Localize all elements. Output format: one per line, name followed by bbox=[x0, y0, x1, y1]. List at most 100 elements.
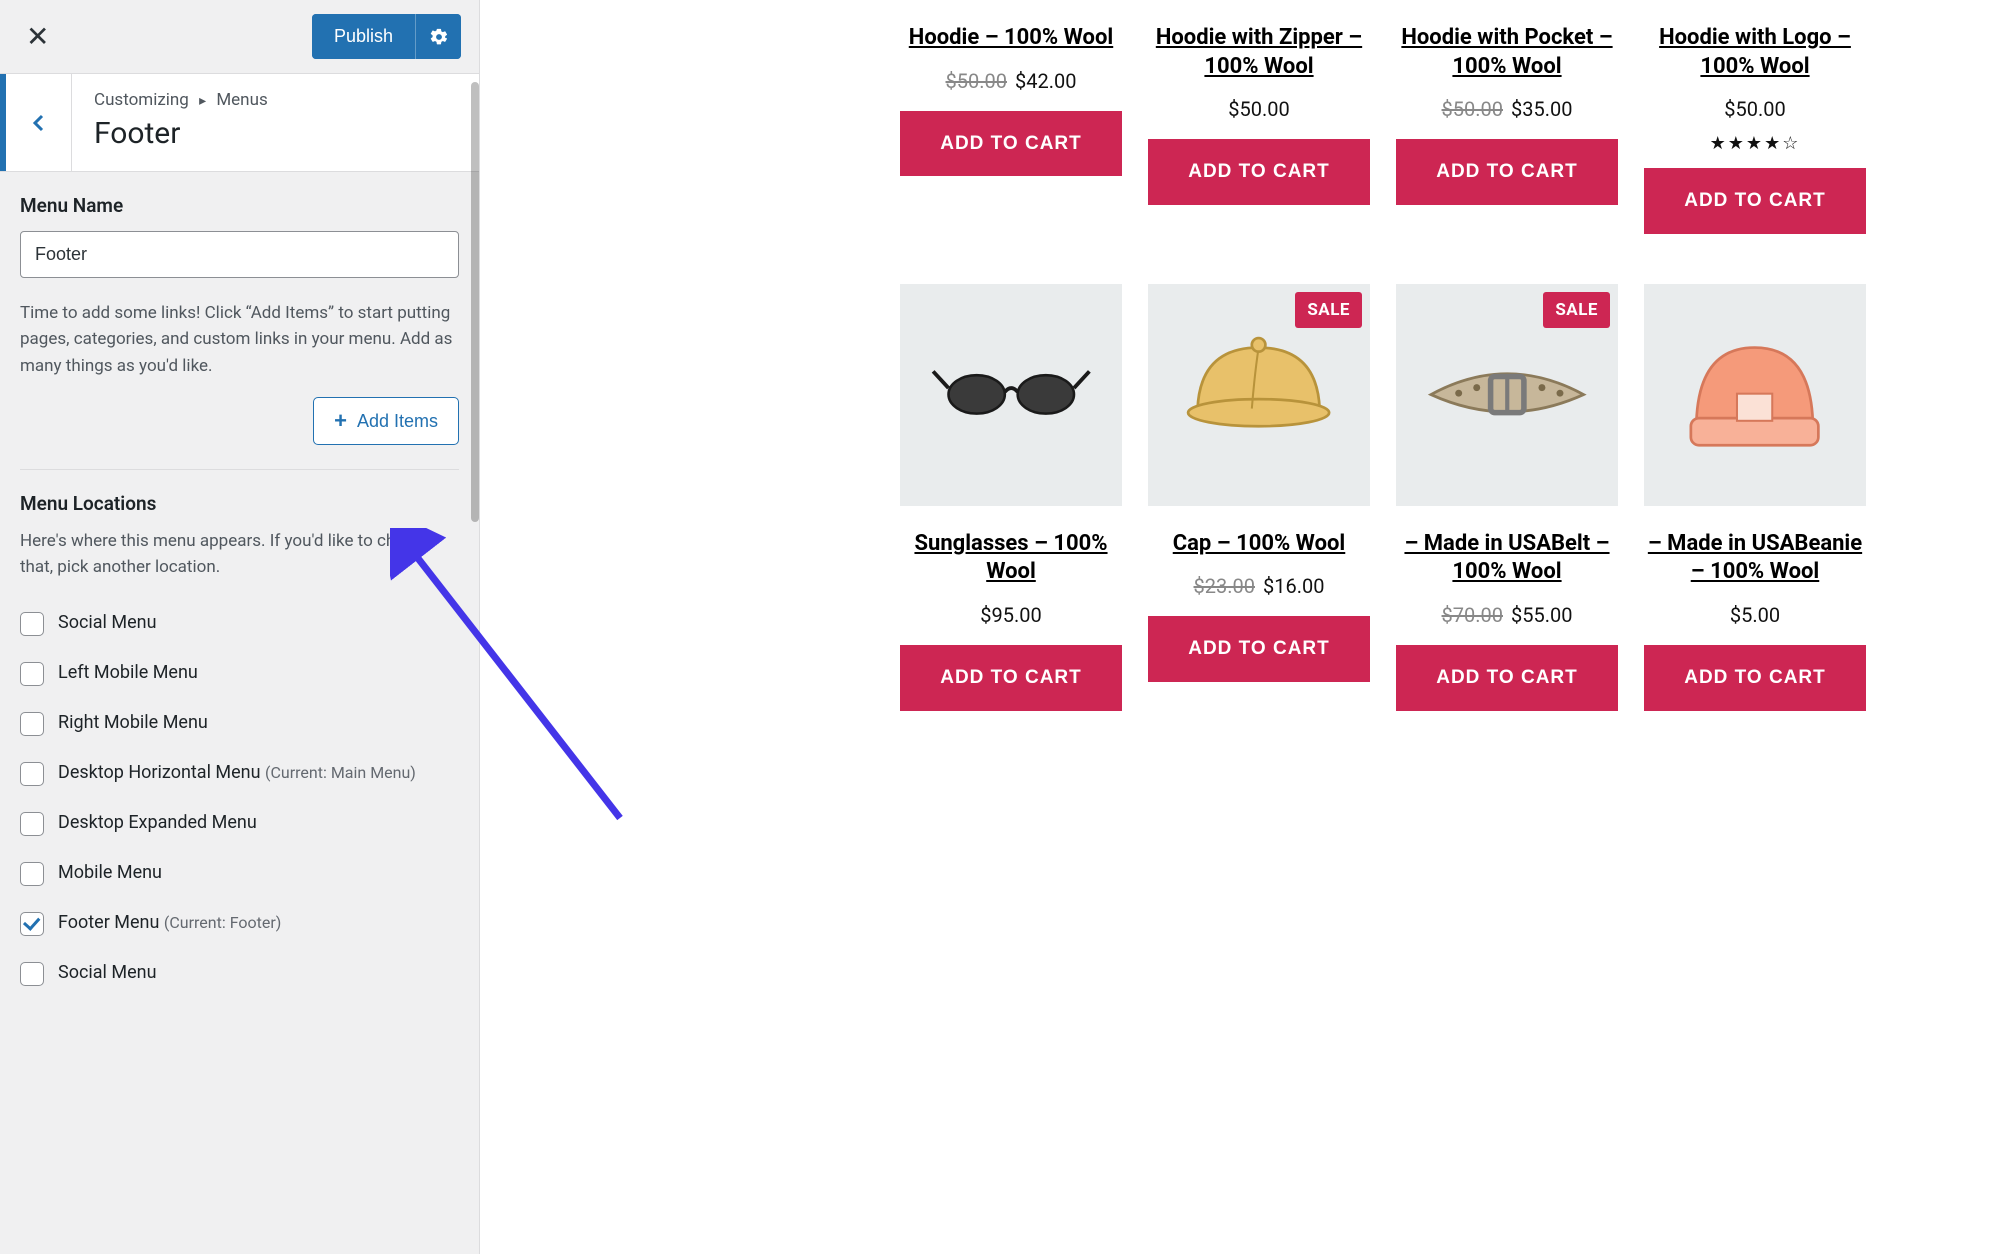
menu-location-label: Desktop Expanded Menu bbox=[58, 810, 257, 835]
customizer-topbar: ✕ Publish bbox=[0, 0, 479, 74]
checkbox[interactable] bbox=[20, 712, 44, 736]
menu-help-text: Time to add some links! Click “Add Items… bbox=[20, 300, 459, 379]
product-title[interactable]: Hoodie with Logo – 100% Wool bbox=[1644, 24, 1866, 81]
product-card: Hoodie with Logo – 100% Wool $50.00 ★★★★☆ A… bbox=[1644, 0, 1866, 234]
section-title: Footer bbox=[94, 116, 457, 151]
breadcrumb: Customizing ▸ Menus bbox=[94, 90, 457, 110]
price-sale: $16.00 bbox=[1263, 574, 1324, 598]
sale-badge: SALE bbox=[1543, 292, 1610, 328]
product-grid: Hoodie – 100% Wool $50.00 $42.00 ADD TO CAR… bbox=[900, 0, 1959, 711]
product-price: $50.00 bbox=[1724, 97, 1785, 121]
product-title[interactable]: Hoodie with Pocket – 100% Wool bbox=[1396, 24, 1618, 81]
product-title[interactable]: Hoodie – 100% Wool bbox=[909, 24, 1113, 53]
price-sale: $35.00 bbox=[1511, 97, 1572, 121]
menu-location-row[interactable]: Footer Menu (Current: Footer) bbox=[20, 898, 459, 948]
product-title[interactable]: Cap – 100% Wool bbox=[1173, 530, 1346, 559]
menu-location-row[interactable]: Social Menu bbox=[20, 948, 459, 998]
checkbox[interactable] bbox=[20, 812, 44, 836]
product-card: Hoodie – 100% Wool $50.00 $42.00 ADD TO CAR… bbox=[900, 0, 1122, 176]
cap-icon bbox=[1184, 334, 1333, 456]
menu-location-row[interactable]: Social Menu bbox=[20, 598, 459, 648]
publish-settings-button[interactable] bbox=[415, 14, 461, 59]
add-to-cart-button[interactable]: ADD TO CART bbox=[1644, 168, 1866, 234]
product-image[interactable] bbox=[900, 284, 1122, 506]
chevron-left-icon bbox=[27, 111, 51, 135]
belt-icon bbox=[1424, 346, 1591, 443]
customizer-panel: ✕ Publish Customizing ▸ Menus Footer bbox=[0, 0, 480, 1254]
menu-location-row[interactable]: Mobile Menu bbox=[20, 848, 459, 898]
product-price: $50.00 bbox=[1228, 97, 1289, 121]
price-regular: $50.00 bbox=[946, 69, 1007, 93]
product-title[interactable]: – Made in USABelt – 100% Wool bbox=[1396, 530, 1618, 587]
menu-locations-label: Menu Locations bbox=[20, 492, 459, 515]
menu-name-input[interactable] bbox=[20, 231, 459, 278]
add-to-cart-button[interactable]: ADD TO CART bbox=[1396, 139, 1618, 205]
product-title[interactable]: – Made in USABeanie – 100% Wool bbox=[1644, 530, 1866, 587]
add-items-button[interactable]: + Add Items bbox=[313, 397, 459, 445]
menu-locations-list: Social Menu Left Mobile Menu Right Mobile … bbox=[20, 598, 459, 998]
product-price: $95.00 bbox=[980, 603, 1041, 627]
beanie-icon bbox=[1680, 334, 1829, 456]
product-card: Hoodie with Zipper – 100% Wool $50.00 ADD … bbox=[1148, 0, 1370, 205]
product-price: $5.00 bbox=[1730, 603, 1780, 627]
add-to-cart-button[interactable]: ADD TO CART bbox=[1396, 645, 1618, 711]
menu-location-label: Left Mobile Menu bbox=[58, 660, 198, 685]
breadcrumb-root: Customizing bbox=[94, 90, 189, 110]
publish-button[interactable]: Publish bbox=[312, 14, 415, 59]
product-price: $23.00$16.00 bbox=[1194, 574, 1325, 598]
price-regular: $50.00 bbox=[1442, 97, 1503, 121]
product-image[interactable] bbox=[1644, 284, 1866, 506]
menu-location-label: Mobile Menu bbox=[58, 860, 162, 885]
sale-badge: SALE bbox=[1295, 292, 1362, 328]
publish-button-group: Publish bbox=[312, 14, 461, 59]
menu-location-label: Social Menu bbox=[58, 610, 157, 635]
price-sale: $42.00 bbox=[1015, 69, 1076, 93]
menu-name-label: Menu Name bbox=[20, 194, 459, 217]
add-to-cart-button[interactable]: ADD TO CART bbox=[900, 645, 1122, 711]
preview-pane: Hoodie – 100% Wool $50.00 $42.00 ADD TO CAR… bbox=[480, 0, 1999, 1254]
plus-icon: + bbox=[334, 410, 347, 432]
price-regular: $70.00 bbox=[1442, 603, 1503, 627]
checkbox[interactable] bbox=[20, 962, 44, 986]
checkbox[interactable] bbox=[20, 662, 44, 686]
product-card: SALE Cap – 100% Wool $23.00$16.00 ADD TO CA… bbox=[1148, 284, 1370, 682]
product-card: Sunglasses – 100% Wool $95.00 ADD TO CART bbox=[900, 284, 1122, 711]
divider bbox=[20, 469, 459, 470]
price-sale: $55.00 bbox=[1511, 603, 1572, 627]
menu-location-row[interactable]: Desktop Expanded Menu bbox=[20, 798, 459, 848]
price-single: $50.00 bbox=[1724, 97, 1785, 121]
product-rating: ★★★★☆ bbox=[1710, 133, 1801, 154]
menu-location-label: Social Menu bbox=[58, 960, 157, 985]
menu-location-hint: (Current: Main Menu) bbox=[265, 763, 416, 782]
menu-location-label: Desktop Horizontal Menu (Current: Main M… bbox=[58, 760, 416, 785]
customizer-section-header: Customizing ▸ Menus Footer bbox=[0, 74, 479, 172]
product-title[interactable]: Sunglasses – 100% Wool bbox=[900, 530, 1122, 587]
breadcrumb-separator: ▸ bbox=[199, 93, 206, 109]
add-to-cart-button[interactable]: ADD TO CART bbox=[900, 111, 1122, 177]
close-customizer-button[interactable]: ✕ bbox=[18, 17, 57, 57]
menu-locations-sub: Here's where this menu appears. If you'd… bbox=[20, 529, 459, 580]
checkbox[interactable] bbox=[20, 862, 44, 886]
product-image[interactable]: SALE bbox=[1148, 284, 1370, 506]
price-single: $50.00 bbox=[1228, 97, 1289, 121]
gear-icon bbox=[429, 27, 449, 47]
add-to-cart-button[interactable]: ADD TO CART bbox=[1148, 616, 1370, 682]
back-button[interactable] bbox=[0, 74, 72, 171]
menu-location-row[interactable]: Right Mobile Menu bbox=[20, 698, 459, 748]
add-to-cart-button[interactable]: ADD TO CART bbox=[1148, 139, 1370, 205]
product-image[interactable]: SALE bbox=[1396, 284, 1618, 506]
sunglasses-icon bbox=[928, 356, 1095, 433]
menu-location-label: Footer Menu (Current: Footer) bbox=[58, 910, 281, 935]
product-card: – Made in USABeanie – 100% Wool $5.00 ADD … bbox=[1644, 284, 1866, 711]
checkbox[interactable] bbox=[20, 912, 44, 936]
breadcrumb-leaf: Menus bbox=[216, 90, 267, 110]
add-to-cart-button[interactable]: ADD TO CART bbox=[1644, 645, 1866, 711]
product-title[interactable]: Hoodie with Zipper – 100% Wool bbox=[1148, 24, 1370, 81]
price-single: $95.00 bbox=[980, 603, 1041, 627]
checkbox[interactable] bbox=[20, 762, 44, 786]
scrollbar-thumb[interactable] bbox=[471, 82, 479, 522]
menu-location-row[interactable]: Desktop Horizontal Menu (Current: Main M… bbox=[20, 748, 459, 798]
menu-location-row[interactable]: Left Mobile Menu bbox=[20, 648, 459, 698]
product-price: $50.00 $42.00 bbox=[946, 69, 1077, 93]
checkbox[interactable] bbox=[20, 612, 44, 636]
